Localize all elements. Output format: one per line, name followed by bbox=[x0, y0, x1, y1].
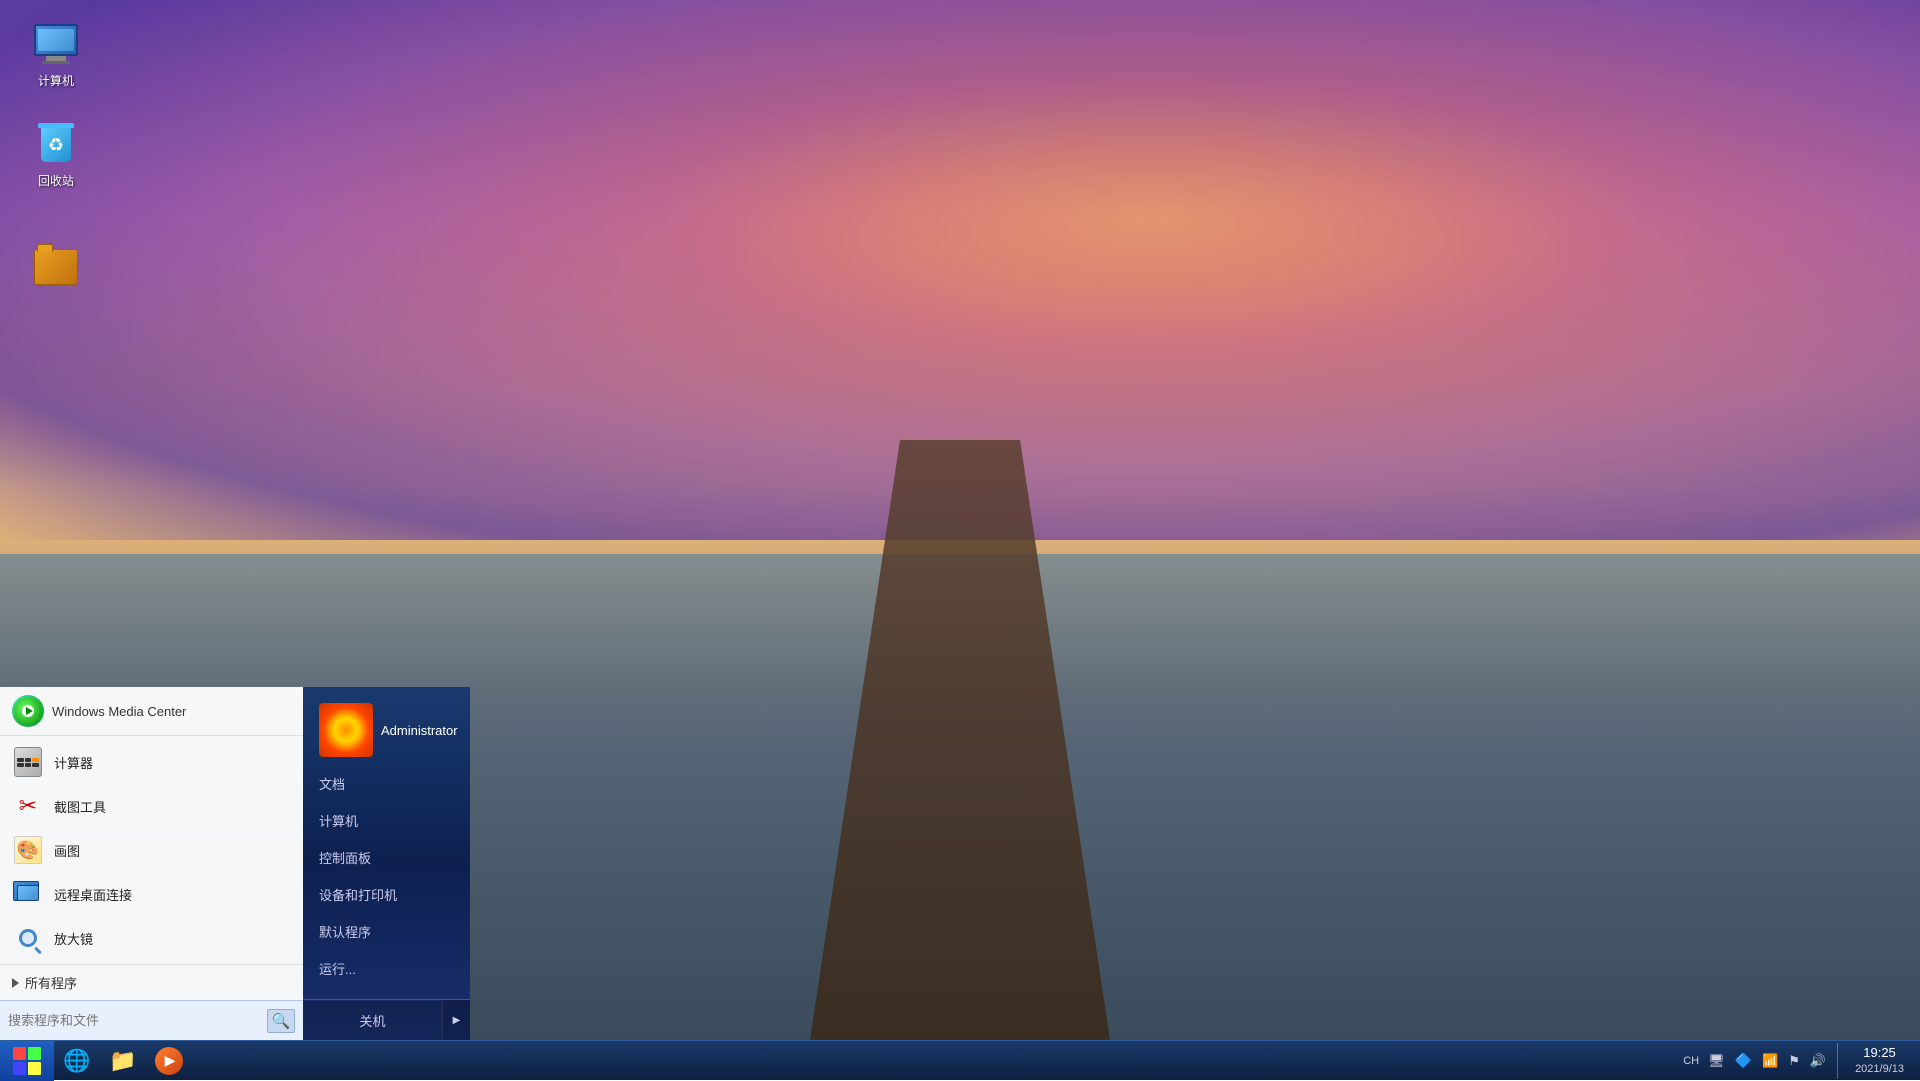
calculator-icon bbox=[12, 746, 44, 778]
shutdown-button[interactable]: 关机 bbox=[303, 1001, 442, 1040]
remote-desktop-label: 远程桌面连接 bbox=[54, 885, 132, 904]
network-tray-icon[interactable]: 📶 bbox=[1759, 1053, 1781, 1069]
misc-icon-image bbox=[32, 243, 80, 291]
all-programs-arrow-icon bbox=[12, 978, 19, 988]
recycle-bin-icon-label: 回收站 bbox=[38, 172, 74, 189]
desktop-icon-recycle-bin[interactable]: ♻ 回收站 bbox=[16, 120, 96, 189]
app-item-paint[interactable]: 🎨 画图 bbox=[0, 828, 303, 872]
recycle-bin-icon-image: ♻ bbox=[32, 120, 80, 168]
user-avatar bbox=[319, 703, 373, 757]
right-menu-item-run[interactable]: 运行... bbox=[303, 950, 470, 987]
paint-label: 画图 bbox=[54, 841, 80, 860]
windows-media-center-icon bbox=[12, 695, 44, 727]
search-button[interactable]: 🔍 bbox=[267, 1009, 295, 1033]
user-avatar-area[interactable]: Administrator bbox=[303, 687, 470, 765]
magnifier-icon bbox=[12, 922, 44, 954]
sound-tray-icon[interactable]: 🔊 bbox=[1807, 1053, 1829, 1069]
app-list: 计算器 ✂ 截图工具 🎨 画图 bbox=[0, 736, 303, 964]
desktop-icon-computer[interactable]: 计算机 bbox=[16, 20, 96, 89]
search-input[interactable] bbox=[8, 1013, 261, 1028]
avatar-image bbox=[319, 703, 373, 757]
show-desktop-divider bbox=[1837, 1043, 1843, 1079]
shutdown-arrow-icon: ▶ bbox=[453, 1015, 461, 1026]
snipping-tool-icon: ✂ bbox=[12, 790, 44, 822]
snipping-tool-label: 截图工具 bbox=[54, 797, 106, 816]
file-explorer-icon: 📁 bbox=[109, 1048, 136, 1074]
calculator-label: 计算器 bbox=[54, 753, 93, 772]
taskbar-app-media-player[interactable]: ▶ bbox=[146, 1041, 192, 1081]
username-label: Administrator bbox=[381, 723, 458, 738]
system-tray: CH 🖥 🔷 📶 ⚑ 🔊 19:25 2021/9/13 bbox=[1681, 1041, 1920, 1080]
pinned-app-name: Windows Media Center bbox=[52, 704, 186, 719]
taskbar-app-file-explorer[interactable]: 📁 bbox=[100, 1041, 146, 1081]
taskbar-app-ie[interactable]: 🌐 bbox=[54, 1041, 100, 1081]
app-item-magnifier[interactable]: 放大镜 bbox=[0, 916, 303, 960]
search-bar: 🔍 bbox=[0, 1000, 303, 1040]
app-item-snipping-tool[interactable]: ✂ 截图工具 bbox=[0, 784, 303, 828]
start-menu: Windows Media Center bbox=[0, 687, 470, 1040]
remote-desktop-icon bbox=[12, 878, 44, 910]
app-item-calculator[interactable]: 计算器 bbox=[0, 740, 303, 784]
windows-logo-icon bbox=[13, 1047, 41, 1075]
start-button[interactable] bbox=[0, 1041, 54, 1081]
taskbar: 🌐 📁 ▶ CH 🖥 🔷 📶 ⚑ 🔊 19:25 2021/9/13 bbox=[0, 1040, 1920, 1080]
right-menu-item-devices[interactable]: 设备和打印机 bbox=[303, 876, 470, 913]
clock-date: 2021/9/13 bbox=[1855, 1062, 1904, 1076]
computer-icon-image bbox=[32, 20, 80, 68]
desktop-icon-misc[interactable] bbox=[16, 243, 96, 291]
ie-icon: 🌐 bbox=[63, 1048, 90, 1074]
search-icon: 🔍 bbox=[272, 1012, 291, 1030]
clock-time: 19:25 bbox=[1863, 1045, 1896, 1062]
bluetooth-tray-icon[interactable]: 🔷 bbox=[1732, 1052, 1755, 1069]
computer-icon-label: 计算机 bbox=[38, 72, 74, 89]
app-item-remote-desktop[interactable]: 远程桌面连接 bbox=[0, 872, 303, 916]
pinned-app-header[interactable]: Windows Media Center bbox=[0, 687, 303, 736]
clock-area[interactable]: 19:25 2021/9/13 bbox=[1847, 1045, 1912, 1076]
shutdown-area: 关机 ▶ bbox=[303, 999, 470, 1040]
screen-tray-icon[interactable]: 🖥 bbox=[1705, 1053, 1728, 1069]
magnifier-label: 放大镜 bbox=[54, 929, 93, 948]
all-programs-label: 所有程序 bbox=[25, 973, 77, 992]
media-player-icon: ▶ bbox=[155, 1047, 183, 1075]
start-menu-left-panel: Windows Media Center bbox=[0, 687, 303, 1040]
paint-icon: 🎨 bbox=[12, 834, 44, 866]
right-menu-item-default-programs[interactable]: 默认程序 bbox=[303, 913, 470, 950]
action-center-icon[interactable]: ⚑ bbox=[1785, 1053, 1803, 1069]
language-indicator[interactable]: CH bbox=[1681, 1055, 1701, 1067]
right-menu-item-documents[interactable]: 文档 bbox=[303, 765, 470, 802]
right-menu-item-control-panel[interactable]: 控制面板 bbox=[303, 839, 470, 876]
shutdown-options-button[interactable]: ▶ bbox=[442, 1000, 470, 1040]
right-menu-item-computer[interactable]: 计算机 bbox=[303, 802, 470, 839]
all-programs-row[interactable]: 所有程序 bbox=[0, 964, 303, 1000]
start-menu-right-panel: Administrator 文档 计算机 控制面板 设备和打印机 默认程序 运行… bbox=[303, 687, 470, 1040]
